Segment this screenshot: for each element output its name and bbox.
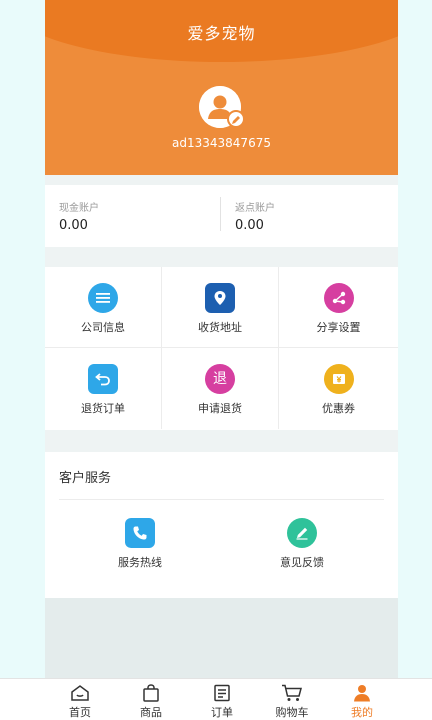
tab-mine[interactable]: 我的 — [332, 683, 392, 720]
grid-item-label: 收货地址 — [198, 321, 242, 334]
tab-orders[interactable]: 订单 — [192, 683, 252, 720]
rebate-account-value: 0.00 — [235, 218, 264, 233]
service-item-label: 意见反馈 — [280, 556, 324, 569]
cash-account-value: 0.00 — [59, 218, 88, 233]
tab-label: 首页 — [69, 706, 91, 719]
tab-products[interactable]: 商品 — [121, 683, 181, 720]
service-item-label: 服务热线 — [118, 556, 162, 569]
rebate-account[interactable]: 返点账户 0.00 — [221, 185, 397, 247]
user-icon — [332, 683, 392, 703]
function-grid: 公司信息 收货地址 分享设置 退货订单 退 申请退货 优惠券 — [45, 267, 398, 430]
grid-item-coupons[interactable]: 优惠券 — [279, 348, 398, 429]
profile-header: 爱多宠物 ad13343847675 — [45, 0, 398, 175]
grid-item-label: 优惠券 — [322, 402, 355, 415]
return-arrow-icon — [88, 364, 118, 394]
bottom-tab-bar: 首页 商品 订单 购物车 我的 — [0, 678, 432, 720]
phone-icon — [125, 518, 155, 548]
section-gap — [45, 247, 398, 267]
grid-item-share-settings[interactable]: 分享设置 — [279, 267, 398, 348]
tab-label: 订单 — [211, 706, 233, 719]
tab-label: 商品 — [140, 706, 162, 719]
section-title: 客户服务 — [59, 471, 112, 486]
section-gap — [45, 430, 398, 452]
tab-home[interactable]: 首页 — [50, 683, 110, 720]
grid-item-label: 退货订单 — [81, 402, 125, 415]
tab-label: 购物车 — [275, 706, 309, 719]
tab-label: 我的 — [351, 706, 373, 719]
accounts-panel: 现金账户 0.00 返点账户 0.00 — [45, 185, 398, 247]
coupon-icon — [323, 364, 354, 394]
rebate-account-label: 返点账户 — [235, 203, 275, 214]
pencil-icon — [287, 518, 317, 548]
order-icon — [192, 683, 252, 703]
location-pin-icon — [205, 283, 235, 313]
grid-item-label: 分享设置 — [316, 321, 361, 334]
cart-icon — [262, 683, 322, 703]
app-title: 爱多宠物 — [187, 24, 256, 43]
tab-cart[interactable]: 购物车 — [262, 683, 322, 720]
grid-item-label: 申请退货 — [198, 402, 242, 415]
grid-item-label: 公司信息 — [81, 321, 125, 334]
grid-item-return-orders[interactable]: 退货订单 — [45, 348, 162, 429]
list-icon — [88, 283, 118, 313]
cash-account[interactable]: 现金账户 0.00 — [45, 185, 221, 247]
avatar-edit-icon[interactable] — [227, 110, 245, 128]
grid-item-apply-return[interactable]: 退 申请退货 — [162, 348, 279, 429]
home-icon — [50, 683, 110, 703]
grid-item-address[interactable]: 收货地址 — [162, 267, 279, 348]
service-hotline[interactable]: 服务热线 — [80, 518, 200, 570]
share-icon — [323, 283, 354, 313]
section-gap — [45, 175, 398, 185]
customer-service-section: 客户服务 服务热线 意见反馈 — [45, 452, 398, 598]
username: ad13343847675 — [172, 136, 271, 150]
feedback[interactable]: 意见反馈 — [242, 518, 362, 570]
refund-icon: 退 — [205, 364, 235, 394]
grid-item-company-info[interactable]: 公司信息 — [45, 267, 162, 348]
bag-icon — [121, 683, 181, 703]
divider — [59, 499, 384, 500]
empty-area — [45, 598, 398, 678]
app-screen: 爱多宠物 ad13343847675 现金账户 0.00 返点账户 0.00 公… — [0, 0, 432, 720]
cash-account-label: 现金账户 — [59, 203, 99, 214]
